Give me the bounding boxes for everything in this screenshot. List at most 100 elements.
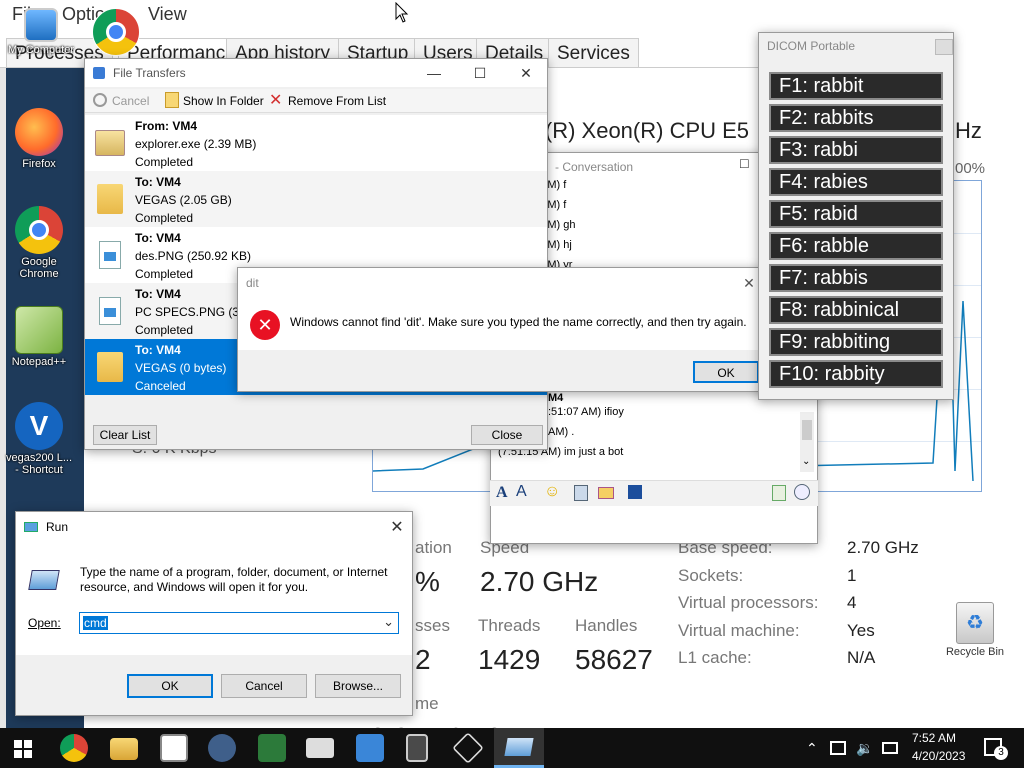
- dicom-close-button[interactable]: [935, 39, 953, 55]
- threads-label: Threads: [478, 616, 541, 635]
- dicom-key-f7[interactable]: F7: rabbis: [769, 264, 943, 292]
- cpu-model-speed: Hz: [955, 118, 982, 143]
- dicom-key-f1[interactable]: F1: rabbit: [769, 72, 943, 100]
- transfer-direction: To: VM4: [135, 231, 181, 245]
- menu-view[interactable]: View: [148, 4, 187, 25]
- show-in-folder-icon: [165, 92, 179, 108]
- taskbar-camera-icon[interactable]: [306, 738, 334, 758]
- spec-value-l1-cache: N/A: [847, 648, 876, 667]
- clock-time[interactable]: 7:52 AM: [912, 731, 956, 745]
- desktop-icon-my-computer[interactable]: My Computer: [6, 8, 76, 56]
- transfer-filename: des.PNG (250.92 KB): [135, 249, 252, 263]
- cancel-toolbar-button[interactable]: Cancel: [112, 94, 149, 108]
- taskbar-file-explorer-icon[interactable]: [110, 738, 138, 760]
- error-ok-button[interactable]: OK: [693, 361, 759, 383]
- font-icon[interactable]: A: [496, 484, 508, 502]
- run-browse-button[interactable]: Browse...: [315, 674, 401, 698]
- taskbar: ⌃ 🔉 7:52 AM 4/20/2023 3: [0, 728, 1024, 768]
- conversation-line: :51:07 AM) ifioy: [548, 406, 624, 418]
- taskbar-calculator-icon[interactable]: [406, 734, 428, 762]
- dicom-key-f4[interactable]: F4: rabies: [769, 168, 943, 196]
- volume-icon[interactable]: 🔉: [856, 740, 873, 757]
- cpu-model-name: l(R) Xeon(R) CPU E5: [540, 118, 750, 143]
- conversation-sender: M4: [548, 392, 564, 404]
- chevron-down-icon[interactable]: ⌄: [383, 614, 394, 630]
- spec-value-base-speed: 2.70 GHz: [847, 538, 919, 557]
- start-button[interactable]: [14, 740, 32, 758]
- run-ok-button[interactable]: OK: [127, 674, 213, 698]
- desktop-icon-recycle-bin[interactable]: ♻ Recycle Bin: [940, 602, 1010, 658]
- mouse-cursor-icon: [395, 2, 409, 23]
- desktop-icon-vegas-shortcut[interactable]: V vegas200 L... - Shortcut: [4, 402, 74, 476]
- run-app-icon: [24, 522, 38, 532]
- speed-value: 2.70 GHz: [480, 566, 599, 597]
- handles-label: Handles: [575, 616, 638, 635]
- clear-list-button[interactable]: Clear List: [93, 425, 157, 445]
- taskbar-3d-viewer-icon[interactable]: [452, 732, 484, 764]
- taskbar-run-icon: [504, 738, 534, 756]
- clock-date[interactable]: 4/20/2023: [912, 749, 965, 763]
- transfer-row[interactable]: To: VM4 VEGAS (2.05 GB) Completed: [85, 171, 547, 227]
- conversation-toolbar: A A ☺: [490, 480, 818, 506]
- font-size-icon[interactable]: A: [516, 483, 527, 501]
- transfer-status: Completed: [135, 211, 194, 225]
- taskbar-steam-icon[interactable]: [208, 734, 236, 762]
- spec-label-sockets: Sockets:: [678, 566, 744, 585]
- cancel-icon: [93, 93, 107, 107]
- exe-icon: [95, 130, 125, 156]
- handles-value: 58627: [575, 644, 653, 675]
- show-in-folder-button[interactable]: Show In Folder: [183, 94, 264, 108]
- folder-send-icon[interactable]: [598, 487, 614, 499]
- run-close-icon[interactable]: ✕: [382, 512, 412, 542]
- dicom-key-f10[interactable]: F10: rabbity: [769, 360, 943, 388]
- history-icon[interactable]: [794, 484, 810, 500]
- vegas-icon: V: [15, 402, 63, 450]
- error-dialog-titlebar[interactable]: dit: [238, 268, 766, 298]
- send-file-icon[interactable]: [772, 485, 786, 501]
- network-icon[interactable]: [830, 741, 846, 755]
- maximize-button[interactable]: ☐: [457, 59, 503, 87]
- desktop-icon-notepad-plus-plus[interactable]: Notepad++: [4, 306, 74, 368]
- taskbar-active-app[interactable]: [494, 728, 544, 768]
- transfer-filename: VEGAS (2.05 GB): [135, 193, 232, 207]
- smiley-icon[interactable]: ☺: [544, 483, 560, 501]
- dicom-key-f9[interactable]: F9: rabbiting: [769, 328, 943, 356]
- spec-value-sockets: 1: [847, 566, 857, 585]
- remove-from-list-button[interactable]: Remove From List: [288, 94, 386, 108]
- dicom-key-f3[interactable]: F3: rabbi: [769, 136, 943, 164]
- desktop-icon-firefox[interactable]: Firefox: [4, 108, 74, 170]
- minimize-button[interactable]: —: [411, 59, 457, 87]
- open-combobox[interactable]: cmd ⌄: [79, 612, 399, 634]
- dicom-key-f5[interactable]: F5: rabid: [769, 200, 943, 228]
- taskbar-store-icon[interactable]: [160, 734, 188, 762]
- taskbar-network-app-icon[interactable]: [258, 734, 286, 762]
- utilization-value: %: [415, 566, 440, 597]
- transfer-status: Completed: [135, 267, 194, 281]
- conversation-scrollbar[interactable]: ⌄: [800, 412, 814, 472]
- close-transfers-button[interactable]: Close: [471, 425, 543, 445]
- taskbar-chrome-icon[interactable]: [60, 734, 88, 762]
- save-icon[interactable]: [628, 485, 642, 499]
- dicom-key-f8[interactable]: F8: rabbinical: [769, 296, 943, 324]
- run-cancel-button[interactable]: Cancel: [221, 674, 307, 698]
- vegas-label-line1: vegas200 L...: [5, 452, 73, 464]
- transfer-row[interactable]: From: VM4 explorer.exe (2.39 MB) Completed: [85, 115, 547, 171]
- firefox-icon: [15, 108, 63, 156]
- taskbar-calendar-icon[interactable]: [356, 734, 384, 762]
- spec-label-virtual-processors: Virtual processors:: [678, 593, 819, 612]
- conversation-restore-button[interactable]: ☐: [739, 157, 750, 171]
- folder-icon: [97, 352, 123, 382]
- attach-icon[interactable]: [574, 485, 588, 501]
- keyboard-icon[interactable]: [882, 742, 898, 754]
- desktop-icon-google-chrome[interactable]: Google Chrome: [4, 206, 74, 280]
- open-input-value[interactable]: cmd: [83, 616, 108, 630]
- close-button[interactable]: ✕: [503, 59, 549, 87]
- show-hidden-icons-chevron-icon[interactable]: ⌃: [806, 740, 818, 757]
- dicom-key-f6[interactable]: F6: rabble: [769, 232, 943, 260]
- run-titlebar[interactable]: Run: [16, 512, 412, 542]
- notification-badge: 3: [994, 746, 1008, 760]
- threads-value: 1429: [478, 644, 541, 675]
- error-button-bar: [238, 350, 766, 391]
- dicom-key-f2[interactable]: F2: rabbits: [769, 104, 943, 132]
- tab-services[interactable]: Services: [548, 38, 639, 68]
